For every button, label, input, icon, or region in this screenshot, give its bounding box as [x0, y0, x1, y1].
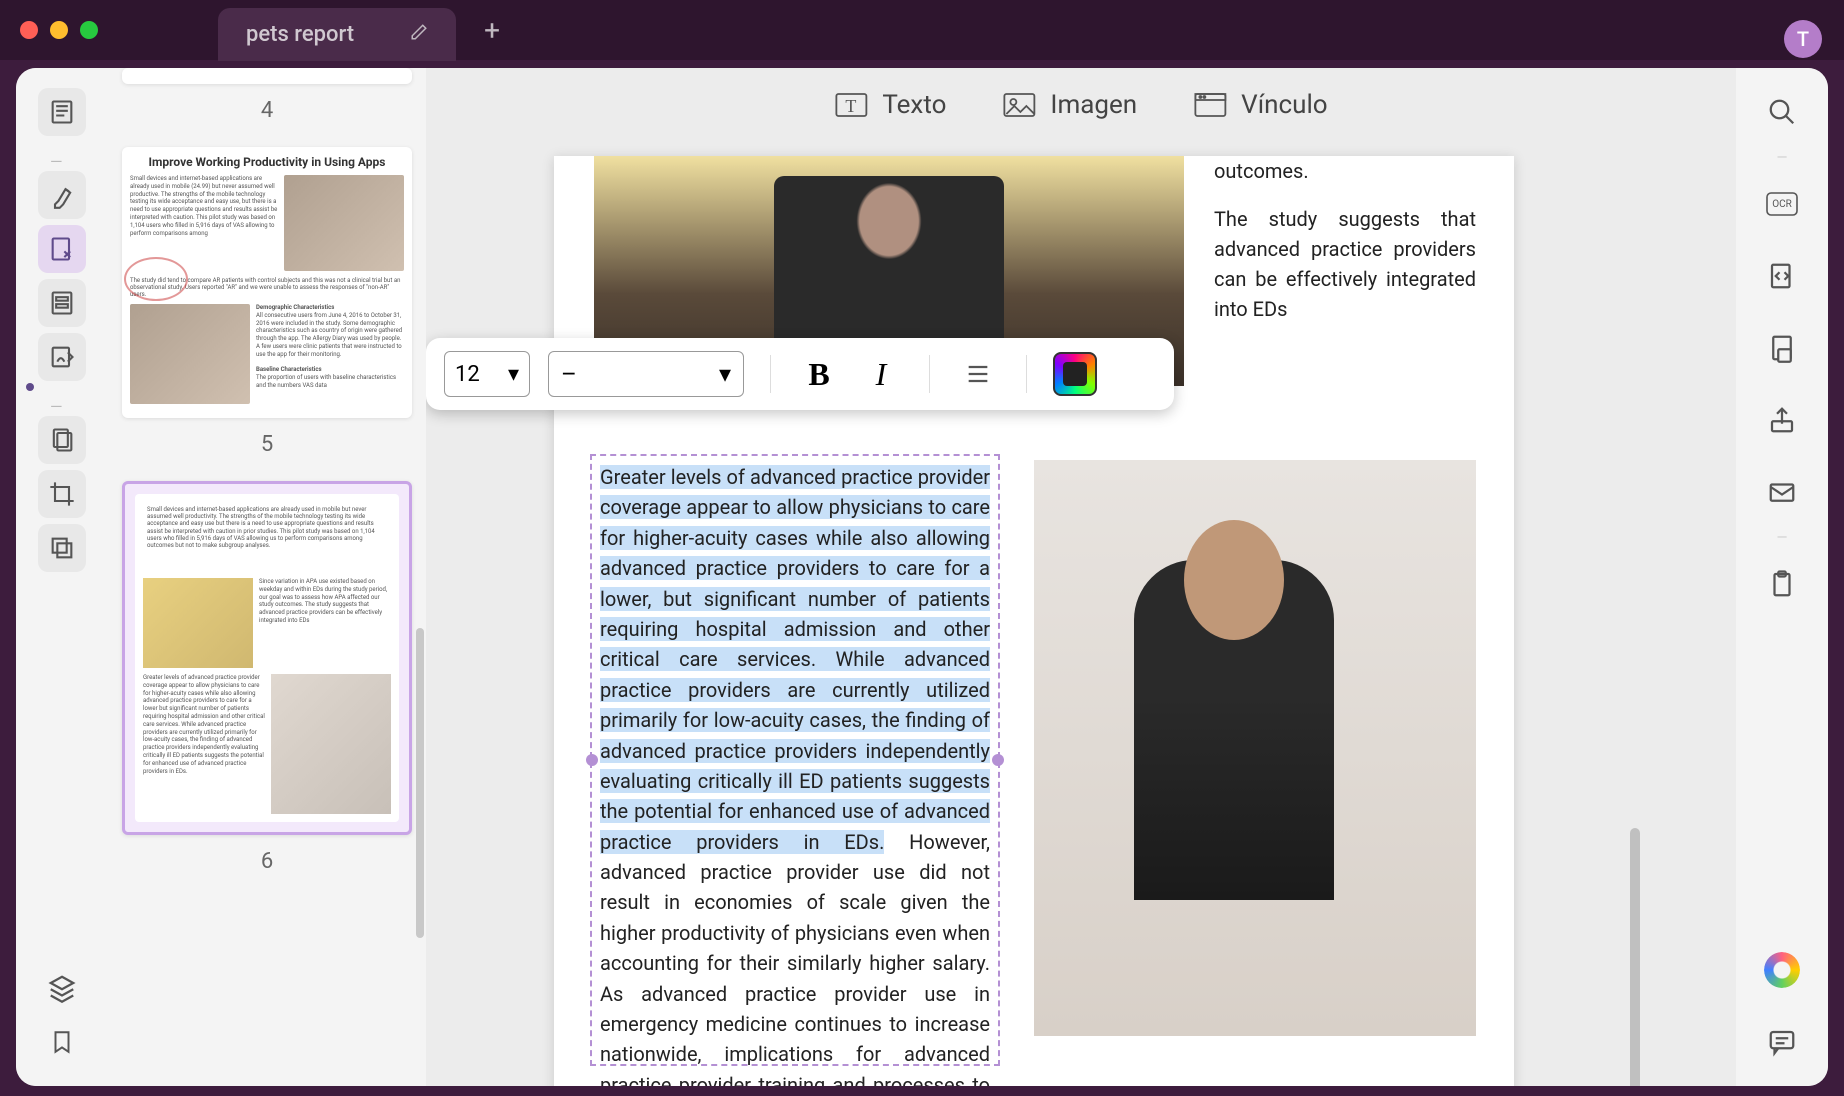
form-tool-button[interactable]	[38, 279, 86, 327]
highlight-tool-button[interactable]	[38, 171, 86, 219]
paragraph[interactable]: The study suggests that advanced practic…	[1214, 204, 1476, 324]
tab-rename-icon[interactable]	[410, 23, 428, 45]
share-button[interactable]	[1758, 396, 1806, 444]
thumbnail-page-number: 5	[122, 432, 412, 457]
convert-button[interactable]	[1758, 252, 1806, 300]
avatar[interactable]: T	[1784, 20, 1822, 58]
font-family-value: –	[561, 360, 577, 388]
minimize-window-button[interactable]	[50, 21, 68, 39]
clipboard-button[interactable]	[1758, 560, 1806, 608]
thumbnail-panel-button[interactable]	[38, 88, 86, 136]
insert-image-label: Imagen	[1050, 90, 1137, 120]
new-tab-button[interactable]: +	[484, 14, 500, 47]
paragraph[interactable]: outcomes.	[1214, 156, 1476, 186]
thumbnail-page-number: 4	[122, 98, 412, 123]
thumbnail-body-text: Since variation in APA use existed based…	[259, 578, 391, 668]
layers-button[interactable]	[38, 524, 86, 572]
thumbnail-page-number: 6	[122, 849, 412, 874]
thumbnail-image	[271, 674, 391, 814]
editable-text-content[interactable]: Greater levels of advanced practice prov…	[592, 456, 998, 1086]
insert-text-button[interactable]: T Texto	[834, 90, 946, 120]
right-tool-rail: — OCR —	[1736, 68, 1828, 1086]
text-format-bar: 12 ▾ – ▾ B I	[426, 338, 1174, 410]
link-icon	[1193, 90, 1227, 120]
separator: —	[1777, 530, 1788, 546]
bookmark-button[interactable]	[38, 1018, 86, 1066]
left-tool-rail	[16, 68, 108, 1086]
resize-handle-right[interactable]	[992, 754, 1004, 766]
separator	[50, 152, 74, 155]
selected-text-box[interactable]: Greater levels of advanced practice prov…	[590, 454, 1000, 1066]
edit-text-tool-button[interactable]	[38, 225, 86, 273]
updf-logo-button[interactable]	[1758, 946, 1806, 994]
paragraph-rest[interactable]: However, advanced practice provider use …	[600, 830, 990, 1086]
highlighted-selection[interactable]: Greater levels of advanced practice prov…	[600, 465, 990, 854]
titlebar: pets report + T	[0, 0, 1844, 60]
thumbnail-title: Improve Working Productivity in Using Ap…	[130, 155, 404, 169]
font-family-select[interactable]: – ▾	[548, 351, 744, 397]
insert-link-button[interactable]: Vínculo	[1193, 90, 1327, 120]
thumbnail-body-text: Small devices and internet-based applica…	[143, 502, 391, 572]
thumbnail-page-5[interactable]: Improve Working Productivity in Using Ap…	[122, 147, 412, 418]
workspace: 4 Improve Working Productivity in Using …	[16, 68, 1828, 1086]
sign-tool-button[interactable]	[38, 333, 86, 381]
thumbnail-scrollbar[interactable]	[416, 628, 424, 938]
thumbnail-body-text: Greater levels of advanced practice prov…	[143, 674, 265, 814]
separator	[929, 355, 930, 393]
chevron-down-icon: ▾	[719, 360, 731, 388]
ocr-label: OCR	[1772, 199, 1792, 210]
document-page[interactable]: outcomes. The study suggests that advanc…	[554, 156, 1514, 1086]
ocr-button[interactable]: OCR	[1758, 180, 1806, 228]
document-tab[interactable]: pets report	[218, 8, 456, 61]
image-icon	[1002, 90, 1036, 120]
insert-image-button[interactable]: Imagen	[1002, 90, 1137, 120]
insert-text-label: Texto	[882, 90, 946, 120]
comment-button[interactable]	[1758, 1018, 1806, 1066]
thumbnail-panel: 4 Improve Working Productivity in Using …	[108, 68, 426, 1086]
crop-tool-button[interactable]	[38, 470, 86, 518]
updf-logo-icon	[1764, 952, 1800, 988]
thumbnail-page-4-partial[interactable]	[122, 68, 412, 84]
thumbnail-image	[143, 578, 253, 668]
align-button[interactable]	[956, 352, 1000, 396]
resize-handle-left[interactable]	[586, 754, 598, 766]
chevron-down-icon: ▾	[508, 362, 519, 387]
separator	[1026, 355, 1027, 393]
window-controls	[20, 21, 98, 39]
italic-button[interactable]: I	[859, 352, 903, 396]
text-icon: T	[834, 90, 868, 120]
separator: —	[1777, 150, 1788, 166]
document-scrollbar[interactable]	[1630, 828, 1640, 1086]
svg-text:T: T	[845, 96, 856, 116]
document-text-column: outcomes. The study suggests that advanc…	[1214, 156, 1476, 342]
insert-link-label: Vínculo	[1241, 90, 1327, 120]
active-indicator-dot	[26, 383, 34, 391]
bold-button[interactable]: B	[797, 352, 841, 396]
document-canvas: T Texto Imagen Vínculo outcomes.	[426, 68, 1736, 1086]
insert-toolbar: T Texto Imagen Vínculo	[834, 68, 1327, 142]
search-button[interactable]	[1758, 88, 1806, 136]
thumbnail-page-6-selected[interactable]: Small devices and internet-based applica…	[122, 481, 412, 835]
thumbnail-body-text: Small devices and internet-based applica…	[130, 175, 278, 271]
thumbnail-image	[284, 175, 404, 271]
text-color-button[interactable]	[1053, 352, 1097, 396]
font-size-value: 12	[455, 362, 480, 387]
thumbnail-body-text: The study did tend to compare AR patient…	[130, 277, 404, 298]
mail-button[interactable]	[1758, 468, 1806, 516]
separator	[770, 355, 771, 393]
layers-stack-button[interactable]	[38, 964, 86, 1012]
close-window-button[interactable]	[20, 21, 38, 39]
export-button[interactable]	[1758, 324, 1806, 372]
page-manage-button[interactable]	[38, 416, 86, 464]
maximize-window-button[interactable]	[80, 21, 98, 39]
separator	[50, 397, 74, 400]
document-image-right[interactable]	[1034, 460, 1476, 1036]
tab-title: pets report	[246, 22, 354, 47]
thumbnail-image	[130, 304, 250, 404]
font-size-select[interactable]: 12 ▾	[444, 351, 530, 397]
thumbnail-subheading: Demographic CharacteristicsAll consecuti…	[256, 304, 404, 404]
